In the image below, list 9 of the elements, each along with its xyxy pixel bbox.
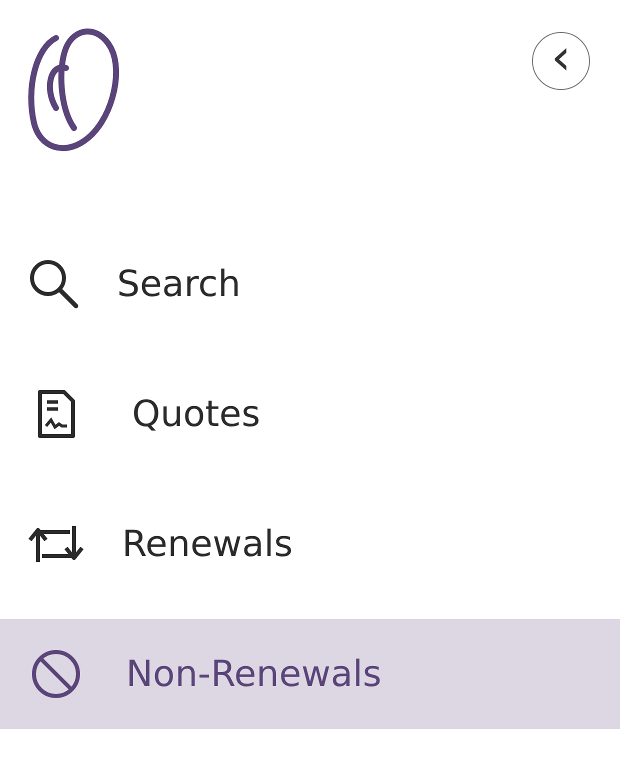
document-icon <box>36 389 76 439</box>
repeat-arrows-icon <box>26 524 86 564</box>
search-icon <box>28 258 80 310</box>
collapse-button[interactable]: ‹ <box>532 32 590 90</box>
nav-item[interactable]: Quotes <box>0 359 620 469</box>
nav-item[interactable]: Non-Renewals <box>0 619 620 729</box>
nav-item[interactable]: Search <box>0 229 620 339</box>
nav-item[interactable]: Renewals <box>0 489 620 599</box>
prohibited-icon <box>30 648 82 700</box>
